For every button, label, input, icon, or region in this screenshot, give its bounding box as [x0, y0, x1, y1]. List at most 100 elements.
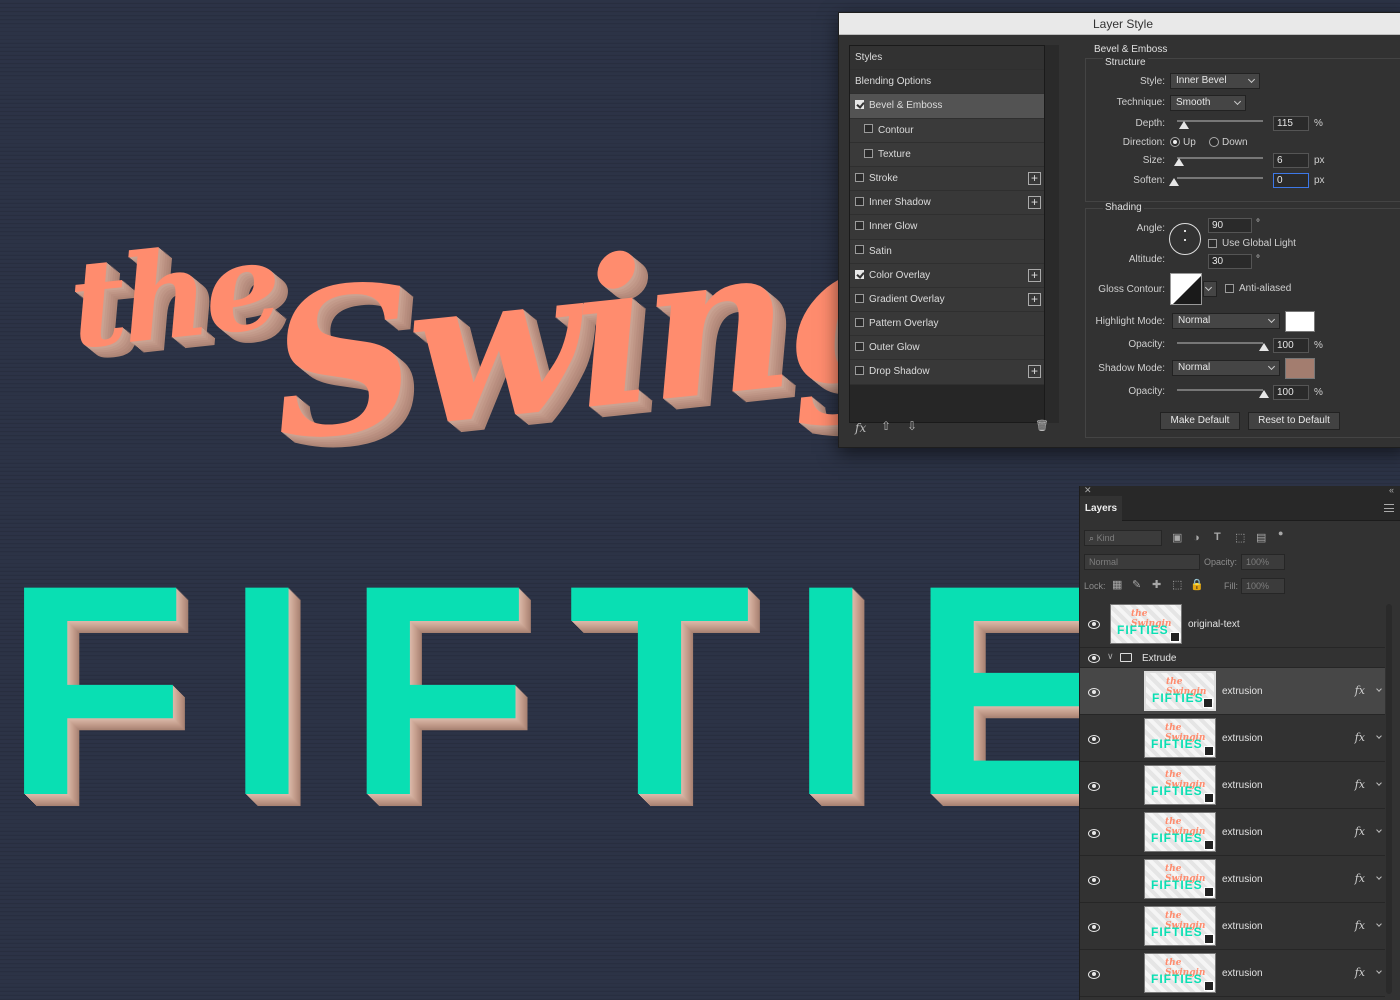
shadow-color-swatch[interactable] [1285, 358, 1315, 379]
add-inner-shadow-icon[interactable]: + [1028, 196, 1041, 210]
make-default-button[interactable]: Make Default [1160, 412, 1240, 430]
group-expand-chevron-icon[interactable]: ∨ [1107, 652, 1114, 661]
visibility-eye-icon[interactable] [1088, 654, 1100, 663]
soften-slider[interactable] [1177, 177, 1263, 179]
styles-header[interactable]: Styles [850, 46, 1044, 71]
highlight-color-swatch[interactable] [1285, 311, 1315, 332]
angle-dial[interactable] [1169, 223, 1201, 255]
trash-icon[interactable]: 🗑 [1035, 419, 1049, 432]
highlight-opacity-input[interactable]: 100 [1273, 338, 1309, 353]
drop-shadow-checkbox[interactable] [855, 366, 864, 376]
tab-layers[interactable]: Layers [1080, 496, 1122, 521]
size-input[interactable]: 6 [1273, 153, 1309, 168]
blend-mode-select[interactable]: Normal [1084, 554, 1200, 570]
gloss-contour-dropdown[interactable] [1203, 281, 1217, 297]
style-texture[interactable]: Texture [850, 142, 1044, 167]
layer-row[interactable]: the Swingin FIFTIES extrusion fx [1080, 715, 1385, 762]
filter-shape-icon[interactable]: ⬚ [1235, 533, 1245, 544]
direction-up-radio[interactable] [1170, 137, 1180, 147]
style-satin[interactable]: Satin [850, 239, 1044, 264]
filter-kind-select[interactable]: ⌕ Kind [1084, 530, 1162, 546]
collapse-icon[interactable]: « [1389, 486, 1394, 495]
bevel-style-select[interactable]: Inner Bevel [1170, 73, 1260, 89]
altitude-input[interactable]: 30 [1208, 254, 1252, 269]
satin-checkbox[interactable] [855, 245, 864, 255]
style-stroke[interactable]: Stroke + [850, 166, 1044, 192]
style-gradient-overlay[interactable]: Gradient Overlay + [850, 287, 1044, 313]
color-overlay-checkbox[interactable] [855, 269, 864, 279]
styles-scrollbar[interactable] [1045, 45, 1059, 423]
pattern-overlay-checkbox[interactable] [855, 317, 864, 327]
add-gradient-overlay-icon[interactable]: + [1028, 292, 1041, 306]
highlight-opacity-thumb[interactable] [1259, 343, 1269, 351]
layer-effects-fx-icon[interactable]: fx [1355, 731, 1365, 744]
effects-expand-chevron-icon[interactable] [1376, 686, 1382, 692]
style-pattern-overlay[interactable]: Pattern Overlay [850, 312, 1044, 337]
style-color-overlay[interactable]: Color Overlay + [850, 263, 1044, 288]
shadow-opacity-thumb[interactable] [1259, 390, 1269, 398]
inner-shadow-checkbox[interactable] [855, 196, 864, 206]
effects-expand-chevron-icon[interactable] [1376, 780, 1382, 786]
style-inner-glow[interactable]: Inner Glow [850, 215, 1044, 240]
style-drop-shadow[interactable]: Drop Shadow + [850, 360, 1044, 385]
soften-input[interactable]: 0 [1273, 173, 1309, 188]
anti-aliased-checkbox[interactable] [1225, 284, 1234, 293]
highlight-opacity-slider[interactable] [1177, 342, 1263, 344]
layer-row[interactable]: the Swingin FIFTIES extrusion fx [1080, 668, 1385, 715]
inner-glow-checkbox[interactable] [855, 221, 864, 231]
layer-effects-fx-icon[interactable]: fx [1355, 825, 1365, 838]
group-row[interactable]: ∨ Extrude [1080, 648, 1385, 668]
add-stroke-icon[interactable]: + [1028, 171, 1041, 185]
lock-all-icon[interactable]: 🔒 [1190, 580, 1204, 591]
bevel-checkbox[interactable] [855, 100, 864, 110]
reset-default-button[interactable]: Reset to Default [1248, 412, 1340, 430]
style-outer-glow[interactable]: Outer Glow [850, 336, 1044, 361]
style-contour[interactable]: Contour [850, 118, 1044, 143]
contour-checkbox[interactable] [864, 124, 873, 134]
texture-checkbox[interactable] [864, 148, 873, 158]
effects-expand-chevron-icon[interactable] [1376, 733, 1382, 739]
style-bevel-emboss[interactable]: Bevel & Emboss [850, 94, 1044, 119]
fx-menu-button[interactable]: fx [855, 421, 866, 435]
filter-toggle-icon[interactable]: ● [1278, 529, 1283, 538]
filter-type-icon[interactable]: T [1214, 532, 1221, 543]
visibility-eye-icon[interactable] [1088, 876, 1100, 885]
layer-row[interactable]: the Swingin FIFTIES extrusion fx [1080, 903, 1385, 950]
gradient-overlay-checkbox[interactable] [855, 293, 864, 303]
layer-row[interactable]: the Swingin FIFTIES extrusion fx [1080, 950, 1385, 997]
layer-row[interactable]: the Swingin FIFTIES original-text [1080, 600, 1385, 648]
shadow-opacity-slider[interactable] [1177, 389, 1263, 391]
highlight-mode-select[interactable]: Normal [1172, 313, 1280, 329]
visibility-eye-icon[interactable] [1088, 688, 1100, 697]
effects-expand-chevron-icon[interactable] [1376, 827, 1382, 833]
style-inner-shadow[interactable]: Inner Shadow + [850, 191, 1044, 216]
layer-effects-fx-icon[interactable]: fx [1355, 919, 1365, 932]
layer-effects-fx-icon[interactable]: fx [1355, 778, 1365, 791]
soften-slider-thumb[interactable] [1169, 178, 1179, 186]
global-light-checkbox[interactable] [1208, 239, 1217, 248]
angle-input[interactable]: 90 [1208, 218, 1252, 233]
shadow-mode-select[interactable]: Normal [1172, 360, 1280, 376]
effects-expand-chevron-icon[interactable] [1376, 968, 1382, 974]
arrow-up-icon[interactable]: ⇧ [881, 419, 891, 433]
close-icon[interactable]: ✕ [1084, 486, 1092, 495]
visibility-eye-icon[interactable] [1088, 782, 1100, 791]
layers-scrollbar[interactable] [1386, 604, 1392, 994]
filter-smart-object-icon[interactable]: ▤ [1256, 533, 1266, 544]
layer-effects-fx-icon[interactable]: fx [1355, 966, 1365, 979]
effects-expand-chevron-icon[interactable] [1376, 874, 1382, 880]
stroke-checkbox[interactable] [855, 172, 864, 182]
add-drop-shadow-icon[interactable]: + [1028, 365, 1041, 379]
shadow-opacity-input[interactable]: 100 [1273, 385, 1309, 400]
layer-row[interactable]: the Swingin FIFTIES extrusion fx [1080, 809, 1385, 856]
lock-transparent-icon[interactable]: ▦ [1112, 580, 1122, 591]
visibility-eye-icon[interactable] [1088, 620, 1100, 629]
depth-input[interactable]: 115 [1273, 116, 1309, 131]
visibility-eye-icon[interactable] [1088, 735, 1100, 744]
size-slider-thumb[interactable] [1174, 158, 1184, 166]
lock-artboard-icon[interactable]: ⬚ [1172, 580, 1182, 591]
layer-row[interactable]: the Swingin FIFTIES extrusion fx [1080, 856, 1385, 903]
panel-menu-icon[interactable] [1384, 504, 1394, 512]
visibility-eye-icon[interactable] [1088, 923, 1100, 932]
depth-slider[interactable] [1177, 120, 1263, 122]
